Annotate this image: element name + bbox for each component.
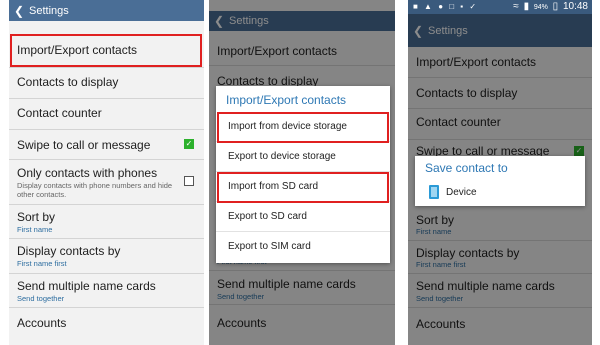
wifi-icon: ≈ <box>513 1 519 12</box>
highlight-box <box>217 112 389 143</box>
setting-subtitle: First name <box>17 225 53 234</box>
app-bar: ❮ Settings <box>9 0 204 21</box>
setting-swipe-to-call[interactable]: Swipe to call or message ✓ <box>9 130 204 160</box>
setting-subtitle: Send together <box>17 294 65 303</box>
setting-contacts-to-display[interactable]: Contacts to display <box>9 68 204 99</box>
setting-only-contacts-with-phones[interactable]: Only contacts with phones Display contac… <box>9 160 204 205</box>
option-label: Export to device storage <box>228 151 336 162</box>
status-bar: ■ ▲ ● □ ▪ ✓ ≈ ▮ 94% ▯ 10:48 <box>408 0 592 14</box>
option-label: Device <box>446 187 477 198</box>
clock: 10:48 <box>562 1 588 12</box>
setting-title: Send multiple name cards <box>17 279 156 293</box>
setting-send-multiple-name-cards[interactable]: Send multiple name cards Send together <box>9 274 204 308</box>
signal-icon: ▮ <box>523 1 530 12</box>
setting-title: Accounts <box>17 316 67 330</box>
battery-icon: ▯ <box>552 1 559 12</box>
battery-percent: 94% <box>533 4 548 11</box>
option-label: Export to SD card <box>228 211 307 222</box>
dialog-title: Import/Export contacts <box>226 93 347 107</box>
option-export-sim-card[interactable]: Export to SIM card <box>216 232 390 262</box>
option-label: Export to SIM card <box>228 241 311 252</box>
option-export-sd-card[interactable]: Export to SD card <box>216 202 390 232</box>
setting-sort-by[interactable]: Sort by First name <box>9 205 204 239</box>
option-device[interactable]: Device <box>415 180 585 206</box>
swipe-checkbox[interactable]: ✓ <box>184 139 194 149</box>
settings-screen: ❮ Settings Import/Export contacts Contac… <box>9 0 204 345</box>
setting-subtitle: First name first <box>17 259 67 268</box>
setting-accounts[interactable]: Accounts <box>9 308 204 338</box>
setting-title: Display contacts by <box>17 244 121 258</box>
setting-title: Contacts to display <box>17 75 119 89</box>
dialog-title: Save contact to <box>425 161 508 175</box>
setting-subtitle: Display contacts with phone numbers and … <box>17 181 173 199</box>
status-right: ≈ ▮ 94% ▯ 10:48 <box>511 1 588 12</box>
device-icon <box>429 185 439 199</box>
option-export-device-storage[interactable]: Export to device storage <box>216 142 390 172</box>
setting-contact-counter[interactable]: Contact counter <box>9 99 204 130</box>
setting-title: Only contacts with phones <box>17 166 158 180</box>
settings-screen-with-dialog: ❮ Settings Import/Export contacts Contac… <box>209 0 395 345</box>
import-export-dialog: Import/Export contacts Import from devic… <box>216 86 390 263</box>
back-arrow-icon[interactable]: ❮ <box>9 4 29 18</box>
setting-title: Contact counter <box>17 106 102 120</box>
setting-title: Swipe to call or message <box>17 138 151 152</box>
app-bar-title: Settings <box>29 4 69 17</box>
setting-display-contacts-by[interactable]: Display contacts by First name first <box>9 239 204 274</box>
highlight-box <box>10 34 202 67</box>
setting-title: Sort by <box>17 210 56 224</box>
phones-only-checkbox[interactable] <box>184 176 194 186</box>
save-contact-dialog: Save contact to Device <box>415 156 585 206</box>
notification-icons: ■ ▲ ● □ ▪ ✓ <box>413 2 479 11</box>
highlight-box <box>217 172 389 203</box>
settings-screen-save-dialog: ■ ▲ ● □ ▪ ✓ ≈ ▮ 94% ▯ 10:48 ❮ Settings I… <box>408 0 592 345</box>
